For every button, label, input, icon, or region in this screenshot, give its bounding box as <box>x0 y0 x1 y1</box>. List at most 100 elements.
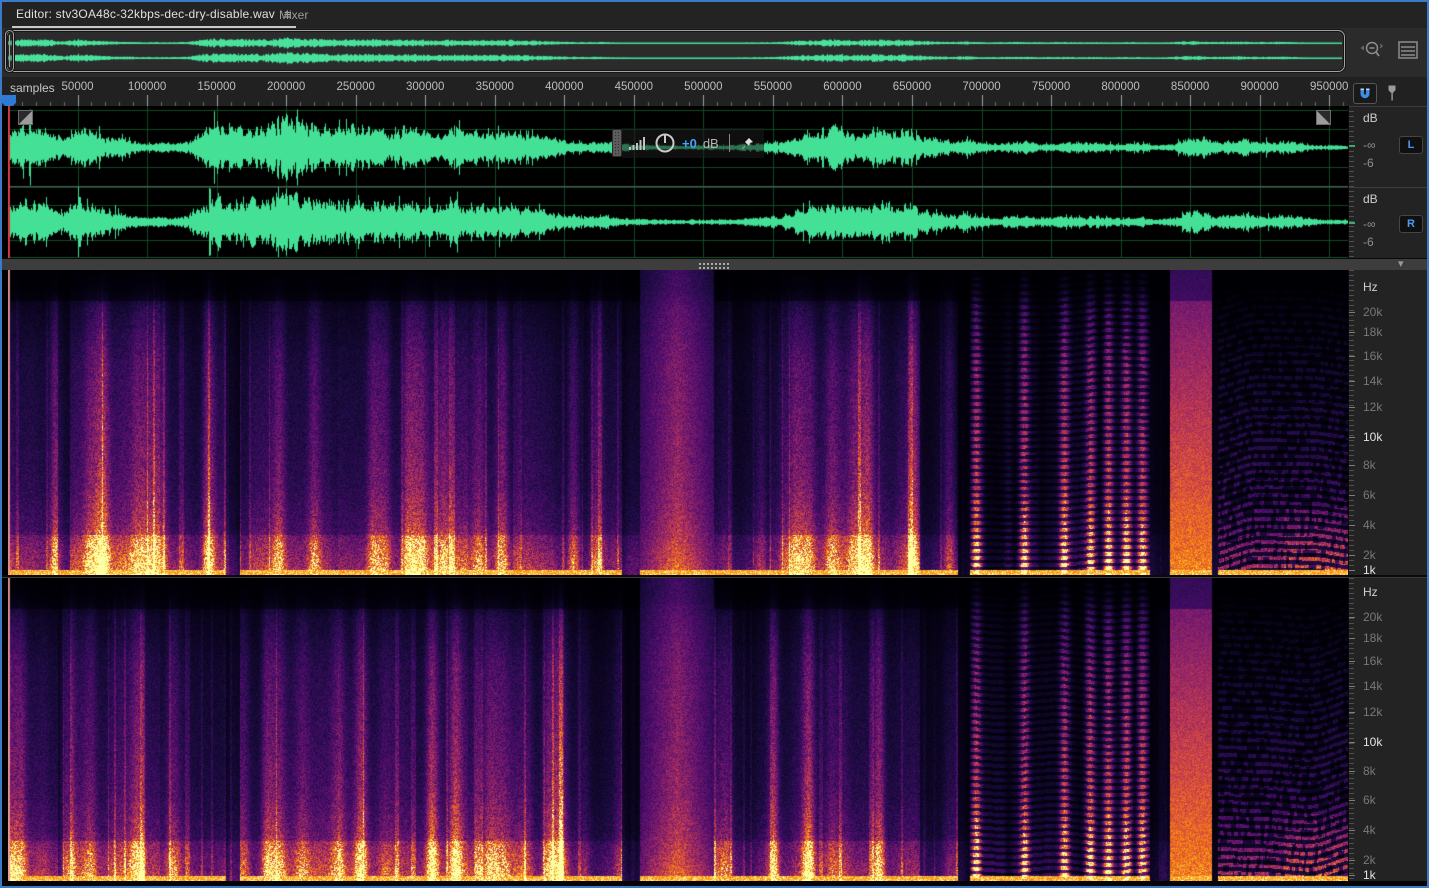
freq-tick-label: 2k <box>1363 853 1376 867</box>
ruler-tick-label: 600000 <box>823 81 862 93</box>
overview-range-left-handle[interactable] <box>5 30 14 72</box>
mixer-tab-label: Mixer <box>279 8 309 22</box>
hud-pin-icon[interactable] <box>740 135 756 151</box>
view-divider[interactable]: ▾ <box>2 258 1427 270</box>
waveform-panel: +0 dB <box>2 106 1348 258</box>
freq-tick <box>1349 771 1355 772</box>
freq-tick-label: 20k <box>1363 305 1383 319</box>
freq-tick-label: 6k <box>1363 793 1376 807</box>
hz-unit-label: Hz <box>1363 585 1378 599</box>
freq-tick <box>1349 495 1355 496</box>
freq-tick <box>1349 686 1355 687</box>
ruler-tick-label: 850000 <box>1170 81 1210 93</box>
ruler-tick-label: 800000 <box>1101 81 1140 93</box>
spectrogram-right-display[interactable] <box>8 578 1348 881</box>
freq-tick <box>1349 800 1355 801</box>
frequency-ruler-ticks <box>1349 270 1354 575</box>
spectrogram-left-display[interactable] <box>8 270 1348 575</box>
freq-tick <box>1349 712 1355 713</box>
freq-tick-label: 16k <box>1363 349 1383 363</box>
freq-tick <box>1349 312 1355 313</box>
ruler-tick-label: 750000 <box>1031 81 1071 93</box>
ruler-tick-label: 400000 <box>545 81 584 93</box>
divider-drag-handle[interactable] <box>698 262 730 269</box>
freq-tick-label: 6k <box>1363 488 1376 502</box>
tab-editor[interactable]: Editor: stv3OA48c-32kbps-dec-dry-disable… <box>12 2 296 28</box>
gain-knob-icon[interactable] <box>654 132 676 154</box>
neg-six-db-label: -6 <box>1363 156 1374 170</box>
freq-tick <box>1349 830 1355 831</box>
ruler-labels: 50000 100000 150000 200000 250000 300000 35000… <box>2 77 1348 95</box>
gain-corner-handle-left-icon[interactable] <box>18 110 33 125</box>
neg-infinity-label: -∞ <box>1363 217 1376 231</box>
freq-tick-label: 18k <box>1363 325 1383 339</box>
zoom-out-full-icon[interactable] <box>1361 38 1385 62</box>
freq-tick <box>1349 356 1355 357</box>
marker-pin-icon[interactable] <box>1385 84 1399 104</box>
freq-tick-label: 14k <box>1363 679 1383 693</box>
volume-hud[interactable]: +0 dB <box>612 128 764 158</box>
hud-drag-handle[interactable] <box>612 129 622 157</box>
freq-tick-label: 12k <box>1363 705 1383 719</box>
collapse-caret-icon[interactable]: ▾ <box>1398 257 1404 270</box>
overview-range-selector[interactable] <box>6 30 1345 72</box>
freq-tick-label: 4k <box>1363 823 1376 837</box>
freq-tick <box>1349 617 1355 618</box>
freq-tick <box>1349 381 1355 382</box>
timeline-ruler[interactable]: samples 50000 100000 150000 200000 250000 300… <box>2 77 1427 110</box>
db-unit-label: dB <box>1363 111 1378 125</box>
ruler-tick-label: 350000 <box>475 81 514 93</box>
freq-tick <box>1349 555 1355 556</box>
ruler-tick-label: 950000 <box>1309 81 1348 93</box>
freq-tick-label: 18k <box>1363 631 1383 645</box>
frequency-ruler-ticks <box>1349 578 1354 881</box>
freq-tick-label: 20k <box>1363 610 1383 624</box>
zero-line-tick <box>1349 145 1355 147</box>
freq-tick <box>1349 860 1355 861</box>
hud-separator <box>728 134 730 152</box>
freq-tick-label: 10k <box>1363 430 1383 444</box>
freq-tick <box>1349 638 1355 639</box>
freq-tick <box>1349 525 1355 526</box>
gain-value[interactable]: +0 <box>682 136 697 151</box>
freq-tick <box>1349 570 1355 571</box>
amplitude-section-right: dB -∞ -6 R <box>1349 187 1427 258</box>
db-unit-label: dB <box>1363 192 1378 206</box>
bottom-edge <box>2 881 1427 886</box>
freq-tick-label: 14k <box>1363 374 1383 388</box>
freq-tick <box>1349 875 1355 876</box>
channel-left-button[interactable]: L <box>1399 136 1423 154</box>
gain-corner-handle-right-icon[interactable] <box>1316 110 1331 125</box>
ruler-tick-label: 300000 <box>406 81 445 93</box>
tab-mixer[interactable]: Mixer <box>279 2 308 28</box>
ruler-tick-label: 150000 <box>197 81 236 93</box>
ruler-tick-label: 250000 <box>336 81 375 93</box>
editor-tab-label: Editor: stv3OA48c-32kbps-dec-dry-disable… <box>16 7 275 21</box>
panel-list-icon[interactable] <box>1397 40 1419 60</box>
channel-right-button[interactable]: R <box>1399 215 1423 233</box>
ruler-tick-label: 100000 <box>127 81 167 93</box>
neg-infinity-label: -∞ <box>1363 138 1376 152</box>
freq-tick-label: 8k <box>1363 764 1376 778</box>
freq-tick <box>1349 661 1355 662</box>
freq-tick <box>1349 332 1355 333</box>
amplitude-section-left: dB -∞ -6 L <box>1349 106 1427 187</box>
amplitude-rail: dB -∞ -6 L dB -∞ -6 R <box>1348 106 1427 258</box>
frequency-rail-right: Hz 20k 18k 16k 14k 12k 10k 8k 6k 4k 2k 1k <box>1348 578 1427 882</box>
ruler-tick-label: 500000 <box>684 81 723 93</box>
freq-tick <box>1349 742 1355 743</box>
hz-unit-label: Hz <box>1363 280 1378 294</box>
freq-tick <box>1349 437 1355 438</box>
freq-tick-label: 16k <box>1363 654 1383 668</box>
overview-strip <box>2 28 1427 77</box>
ruler-tick-label: 650000 <box>892 81 932 93</box>
neg-six-db-label: -6 <box>1363 235 1374 249</box>
ruler-ticks <box>8 95 1348 106</box>
freq-tick <box>1349 465 1355 466</box>
gain-unit-label: dB <box>702 135 719 151</box>
freq-tick-label: 10k <box>1363 735 1383 749</box>
snap-toggle-button[interactable] <box>1353 83 1377 104</box>
tab-bar: Editor: stv3OA48c-32kbps-dec-dry-disable… <box>2 2 1427 28</box>
freq-tick-label: 8k <box>1363 458 1376 472</box>
ruler-tick-label: 550000 <box>753 81 793 93</box>
